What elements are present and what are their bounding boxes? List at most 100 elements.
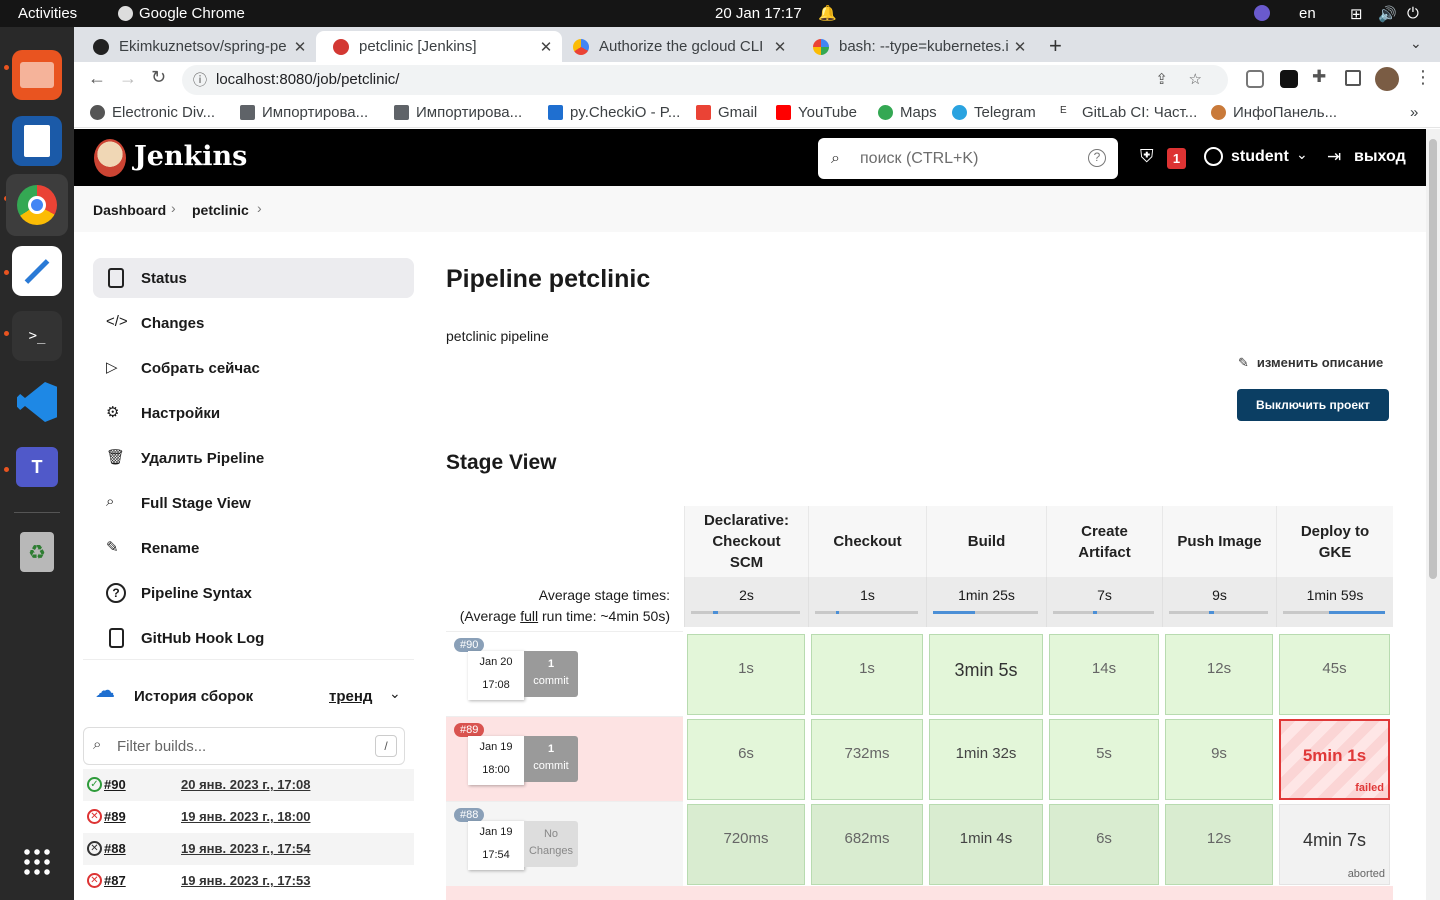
scrollbar-thumb[interactable] [1429, 139, 1437, 579]
sidebar-item-build-now[interactable]: ▷ Собрать сейчас [93, 348, 414, 388]
pipeline-run-row[interactable]: #90 Jan 20 17:08 1 commit [446, 631, 683, 716]
tab-gcloud[interactable]: Authorize the gcloud CLI ✕ [556, 31, 796, 62]
build-date-link[interactable]: 19 янв. 2023 г., 17:54 [181, 841, 310, 856]
address-bar[interactable]: ⓘ localhost:8080/job/petclinic/ ⇪ ☆ [182, 65, 1228, 95]
forward-icon[interactable]: → [119, 68, 137, 89]
logout-link[interactable]: выход [1354, 148, 1406, 166]
close-tab-icon[interactable]: ✕ [290, 38, 310, 56]
chrome-dock-icon[interactable] [6, 174, 68, 236]
close-tab-icon[interactable]: ✕ [536, 38, 556, 56]
site-info-icon[interactable]: ⓘ [193, 65, 207, 95]
bookmark-item[interactable]: ИнфоПанель... [1211, 104, 1337, 121]
disable-project-button[interactable]: Выключить проект [1237, 389, 1389, 421]
stage-cell[interactable]: 3min 5s [929, 634, 1043, 715]
jenkins-butler-icon[interactable] [94, 139, 126, 177]
share-icon[interactable]: ⇪ [1155, 65, 1168, 95]
stage-cell[interactable]: 1min 32s [929, 719, 1043, 800]
build-number-badge[interactable]: #89 [454, 723, 485, 737]
bookmark-item[interactable]: py.CheckiO - P... [548, 104, 680, 121]
accessibility-icon[interactable] [1254, 5, 1270, 21]
stage-cell[interactable]: 6s [687, 719, 805, 800]
active-app-name[interactable]: Google Chrome [139, 5, 245, 22]
stage-cell[interactable]: 12s [1165, 804, 1273, 885]
bookmark-star-icon[interactable]: ☆ [1189, 65, 1202, 95]
close-tab-icon[interactable]: ✕ [1010, 38, 1030, 56]
trend-link[interactable]: тренд [329, 688, 372, 705]
build-history-row[interactable]: ✕ #87 19 янв. 2023 г., 17:53 [83, 865, 414, 897]
build-history-row[interactable]: ✕ #88 19 янв. 2023 г., 17:54 [83, 833, 414, 865]
pipeline-run-row[interactable]: #88 Jan 19 17:54 No Changes [446, 801, 683, 886]
chevron-down-icon[interactable]: ⌄ [1296, 146, 1308, 163]
profile-avatar[interactable] [1375, 67, 1399, 91]
bookmark-folder[interactable]: Импортирова... [394, 104, 522, 121]
pipeline-run-row[interactable]: #89 Jan 19 18:00 1 commit [446, 716, 683, 801]
side-panel-icon[interactable] [1345, 70, 1361, 86]
sidebar-item-pipeline-syntax[interactable]: ? Pipeline Syntax [93, 573, 414, 613]
edit-description-link[interactable]: ✎ изменить описание [1238, 355, 1383, 371]
breadcrumb-dashboard[interactable]: Dashboard [93, 202, 166, 218]
build-number-link[interactable]: #90 [104, 777, 126, 792]
stage-cell[interactable]: 1s [811, 634, 923, 715]
chevron-right-icon[interactable]: › [257, 200, 262, 216]
sidebar-item-changes[interactable]: </> Changes [93, 303, 414, 343]
help-icon[interactable]: ? [1088, 149, 1106, 167]
extension-trello-icon[interactable] [1280, 70, 1298, 88]
network-icon[interactable]: ⊞ [1350, 5, 1363, 23]
bell-icon[interactable]: 🔔 [818, 4, 837, 22]
new-tab-icon[interactable]: + [1049, 33, 1062, 59]
sidebar-item-status[interactable]: Status [93, 258, 414, 298]
build-number-badge[interactable]: #88 [454, 808, 485, 822]
volume-icon[interactable]: 🔊 [1378, 5, 1397, 23]
build-number-link[interactable]: #88 [104, 841, 126, 856]
extension-shield-icon[interactable] [1246, 70, 1264, 88]
pipeline-run-row-partial[interactable] [446, 886, 1393, 900]
user-name[interactable]: student [1231, 148, 1289, 166]
sidebar-item-full-stage-view[interactable]: ⌕ Full Stage View [93, 483, 414, 523]
jenkins-logo[interactable]: Jenkins [134, 141, 247, 172]
security-shield-icon[interactable]: ⛨ [1140, 146, 1154, 167]
tab-jenkins[interactable]: petclinic [Jenkins] ✕ [316, 31, 562, 62]
chrome-menu-icon[interactable]: ⋮ [1414, 67, 1432, 88]
stage-cell[interactable]: 5min 1s failed [1279, 719, 1390, 800]
close-tab-icon[interactable]: ✕ [770, 38, 790, 56]
tab-google-search[interactable]: bash: --type=kubernetes.i ✕ [796, 31, 1036, 62]
alert-count-badge[interactable]: 1 [1167, 148, 1186, 169]
changes-box[interactable]: 1 commit [524, 736, 578, 782]
build-number-badge[interactable]: #90 [454, 638, 485, 652]
build-history-row[interactable]: ✕ #89 19 янв. 2023 г., 18:00 [83, 801, 414, 833]
bookmark-item[interactable]: Maps [878, 104, 937, 121]
build-number-link[interactable]: #89 [104, 809, 126, 824]
page-scrollbar[interactable] [1426, 129, 1440, 900]
stage-cell[interactable]: 732ms [811, 719, 923, 800]
writer-icon[interactable] [12, 116, 62, 166]
filter-builds-input[interactable]: ⌕ Filter builds... / [83, 727, 405, 765]
show-apps-icon[interactable] [12, 837, 62, 887]
power-icon[interactable]: ⏻ [1407, 5, 1419, 22]
bookmark-item[interactable]: E GitLab CI: Част... [1060, 104, 1197, 121]
stage-cell[interactable]: 1s [687, 634, 805, 715]
stage-cell[interactable]: 1min 4s [929, 804, 1043, 885]
breadcrumb-petclinic[interactable]: petclinic [192, 202, 249, 218]
stage-cell[interactable]: 9s [1165, 719, 1273, 800]
bookmark-item[interactable]: Electronic Div... [90, 104, 215, 121]
sidebar-item-rename[interactable]: ✎ Rename [93, 528, 414, 568]
terminal-icon[interactable]: >_ [12, 311, 62, 361]
bookmark-item[interactable]: YouTube [776, 104, 857, 121]
changes-box[interactable]: 1 commit [524, 651, 578, 697]
extensions-puzzle-icon[interactable]: ✚ [1312, 67, 1326, 87]
user-icon[interactable] [1204, 147, 1223, 166]
search-input[interactable]: ⌕ поиск (CTRL+K) ? [818, 138, 1118, 179]
build-history-row[interactable]: ✓ #90 20 янв. 2023 г., 17:08 [83, 769, 414, 801]
bookmark-item[interactable]: Telegram [952, 104, 1036, 121]
build-date-link[interactable]: 19 янв. 2023 г., 18:00 [181, 809, 310, 824]
trash-icon[interactable]: ♻ [12, 527, 62, 577]
keyboard-language[interactable]: en [1299, 5, 1316, 22]
sidebar-item-delete[interactable]: 🗑 Удалить Pipeline [93, 438, 414, 478]
logout-icon[interactable]: ⇥ [1327, 147, 1341, 167]
stage-cell[interactable]: 682ms [811, 804, 923, 885]
teams-icon[interactable]: T [12, 442, 62, 492]
stage-cell[interactable]: 720ms [687, 804, 805, 885]
stage-cell[interactable]: 5s [1049, 719, 1159, 800]
tab-github[interactable]: Ekimkuznetsov/spring-pe ✕ [76, 31, 316, 62]
vscode-icon[interactable] [12, 377, 62, 427]
